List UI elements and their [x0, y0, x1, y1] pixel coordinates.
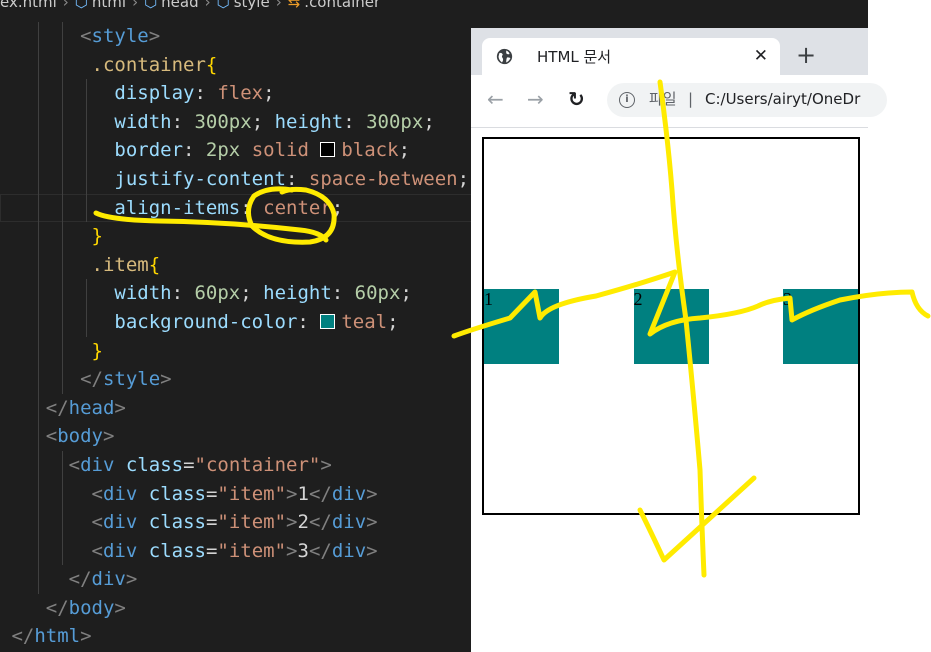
back-arrow-icon[interactable]: ← — [487, 87, 504, 111]
color-swatch-black[interactable] — [320, 142, 336, 158]
color-swatch-teal[interactable] — [320, 313, 336, 329]
breadcrumb-html[interactable]: html — [92, 0, 126, 11]
address-scheme-label: 파일 — [649, 90, 677, 108]
plus-icon[interactable]: + — [796, 41, 816, 69]
browser-tab[interactable]: HTML 문서 ✕ — [482, 38, 780, 75]
chevron-right-icon: › — [204, 0, 211, 11]
browser-window: HTML 문서 ✕ + ← → ↻ i 파일 | C:/Users/airyt/… — [471, 28, 887, 652]
chevron-right-icon: › — [132, 0, 139, 11]
cube-icon: ⬡ — [144, 0, 158, 11]
page-viewport: 1 2 3 — [471, 128, 868, 652]
tab-strip: HTML 문서 ✕ + — [471, 28, 868, 75]
breadcrumb-container[interactable]: .container — [304, 0, 380, 11]
breadcrumb: ex.html › ⬡ html › ⬡ head › ⬡ style › ⇆ .container — [0, 0, 868, 10]
breadcrumb-head[interactable]: head — [161, 0, 198, 11]
cube-icon: ⬡ — [74, 0, 88, 11]
chevron-right-icon: › — [275, 0, 282, 11]
tab-title: HTML 문서 — [537, 48, 612, 66]
flex-item-2: 2 — [633, 288, 709, 364]
forward-arrow-icon[interactable]: → — [527, 87, 544, 111]
address-url[interactable]: C:/Users/airyt/OneDr — [705, 89, 860, 109]
close-icon[interactable]: ✕ — [754, 45, 768, 67]
breadcrumb-style[interactable]: style — [234, 0, 270, 11]
info-icon[interactable]: i — [619, 92, 635, 108]
chevron-right-icon: › — [62, 0, 69, 11]
selector-icon: ⇆ — [287, 0, 301, 11]
flex-container: 1 2 3 — [482, 137, 860, 515]
flex-item-1: 1 — [484, 288, 559, 364]
globe-icon — [496, 48, 513, 65]
flex-item-3: 3 — [783, 288, 858, 364]
address-bar[interactable]: i 파일 | C:/Users/airyt/OneDr — [607, 83, 887, 117]
reload-icon[interactable]: ↻ — [568, 87, 585, 111]
cube-icon: ⬡ — [216, 0, 230, 11]
breadcrumb-file[interactable]: ex.html — [0, 0, 57, 11]
address-separator: | — [688, 90, 694, 108]
browser-toolbar: ← → ↻ i 파일 | C:/Users/airyt/OneDr — [471, 75, 887, 128]
